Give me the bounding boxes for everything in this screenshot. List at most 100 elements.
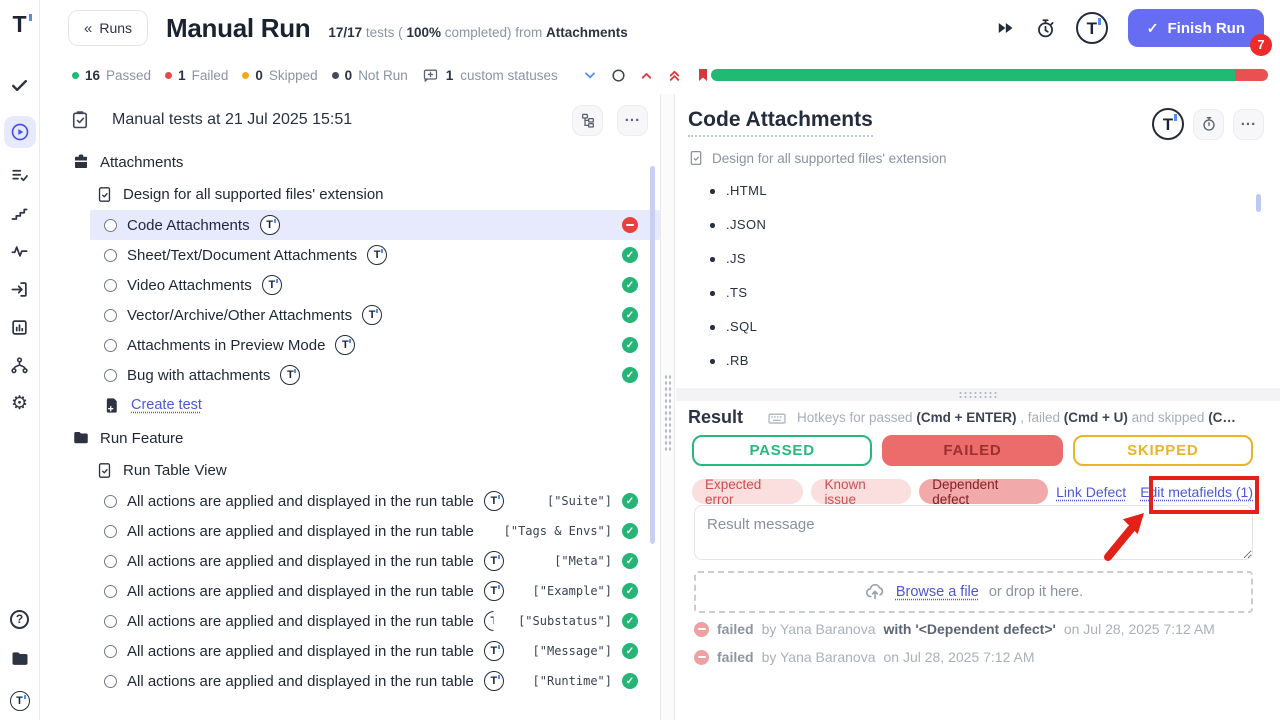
passed-status-icon: ✓ <box>622 553 638 569</box>
projects-folder-icon[interactable] <box>0 642 40 676</box>
progress-failed-segment <box>1235 69 1268 81</box>
import-icon[interactable] <box>0 272 40 306</box>
badge-dependent-defect[interactable]: Dependent defect <box>919 479 1048 504</box>
chevron-up-icon[interactable] <box>639 68 654 83</box>
red-dot-icon <box>165 72 172 79</box>
panel-splitter-horizontal[interactable] <box>676 388 1280 401</box>
list-check-icon[interactable] <box>0 158 40 192</box>
test-row-code-attachments[interactable]: Code Attachments T <box>90 210 660 240</box>
passed-status-icon: ✓ <box>622 643 638 659</box>
circle-status-icon[interactable] <box>611 68 626 83</box>
badge-known-issue[interactable]: Known issue <box>811 479 911 504</box>
document-row[interactable]: Design for all supported files' extensio… <box>40 178 660 210</box>
report-chart-icon[interactable] <box>0 310 40 344</box>
stopwatch-icon[interactable] <box>1035 18 1056 39</box>
test-row[interactable]: Sheet/Text/Document Attachments T ✓ <box>90 240 660 270</box>
profile-logo-icon[interactable]: T <box>0 684 40 718</box>
settings-gear-icon[interactable]: ⚙ <box>0 386 40 420</box>
test-row[interactable]: All actions are applied and displayed in… <box>90 516 660 546</box>
link-defect-link[interactable]: Link Defect <box>1056 484 1126 500</box>
test-row[interactable]: All actions are applied and displayed in… <box>90 606 660 636</box>
document-check-icon <box>688 150 704 166</box>
test-title[interactable]: Code Attachments <box>688 108 873 137</box>
list-item: .PY <box>726 378 1256 388</box>
test-row[interactable]: Vector/Archive/Other Attachments T ✓ <box>90 300 660 330</box>
result-message-input[interactable] <box>694 505 1253 560</box>
document-row-run-table-view[interactable]: Run Table View <box>40 454 660 486</box>
badge-expected-error[interactable]: Expected error <box>692 479 803 504</box>
passed-status-icon: ✓ <box>622 523 638 539</box>
notrun-count: 0Not Run <box>332 68 408 83</box>
radio-icon <box>104 339 117 352</box>
testomat-avatar-icon[interactable]: T <box>1076 12 1108 44</box>
edit-metafields-link[interactable]: Edit metafields (1) <box>1140 484 1253 500</box>
detail-more-button[interactable]: ... <box>1233 109 1264 140</box>
suite-icon <box>72 153 90 171</box>
steps-icon[interactable] <box>0 196 40 230</box>
test-description: .HTML .JSON .JS .TS .SQL .RB .PY <box>688 174 1256 388</box>
document-check-icon <box>96 462 113 479</box>
passed-status-icon: ✓ <box>622 247 638 263</box>
skipped-count: 0Skipped <box>242 68 317 83</box>
radio-icon <box>104 525 117 538</box>
timer-button[interactable] <box>1193 109 1224 140</box>
detail-scrollbar-thumb[interactable] <box>1256 194 1261 212</box>
fast-forward-icon[interactable] <box>995 18 1015 38</box>
document-check-icon <box>96 186 113 203</box>
activity-icon[interactable] <box>0 234 40 268</box>
suite-row[interactable]: Attachments <box>40 146 660 178</box>
failed-count: 1Failed <box>165 68 228 83</box>
create-test-row[interactable]: Create test <box>90 390 660 420</box>
test-row[interactable]: Video Attachments T ✓ <box>90 270 660 300</box>
browse-file-link[interactable]: Browse a file <box>896 584 979 600</box>
test-row[interactable]: All actions are applied and displayed in… <box>90 666 660 696</box>
passed-status-icon: ✓ <box>622 583 638 599</box>
panel-splitter-vertical[interactable] <box>660 94 675 720</box>
bookmark-icon[interactable] <box>695 67 711 83</box>
testomat-logo-icon[interactable]: T <box>0 0 40 48</box>
testomat-badge-icon[interactable]: T <box>1152 108 1184 140</box>
test-row[interactable]: All actions are applied and displayed in… <box>90 636 660 666</box>
chevron-down-icon[interactable] <box>582 67 598 83</box>
testomat-badge-icon: T <box>484 491 504 511</box>
cloud-upload-icon <box>864 581 886 603</box>
list-item: .SQL <box>726 310 1256 344</box>
hotkeys-hint: Hotkeys for passed (Cmd + ENTER) , faile… <box>797 410 1236 425</box>
test-row[interactable]: Bug with attachments T ✓ <box>90 360 660 390</box>
tree-view-button[interactable] <box>572 105 603 136</box>
passed-status-icon: ✓ <box>622 337 638 353</box>
panel-more-button[interactable]: ... <box>617 105 648 136</box>
file-dropzone[interactable]: Browse a file or drop it here. <box>694 571 1253 613</box>
radio-icon <box>104 495 117 508</box>
branch-icon[interactable] <box>0 348 40 382</box>
skipped-button[interactable]: SKIPPED <box>1073 435 1253 466</box>
test-row[interactable]: All actions are applied and displayed in… <box>90 486 660 516</box>
testomat-badge-icon: T <box>280 365 300 385</box>
help-icon[interactable]: ? <box>0 602 40 636</box>
test-run-app: T ⚙ ? T « <box>0 0 1280 720</box>
run-play-icon[interactable] <box>4 116 36 148</box>
back-to-runs-button[interactable]: « Runs <box>68 10 148 46</box>
testomat-badge-icon: T <box>484 671 504 691</box>
failure-badges-row: Expected error Known issue Dependent def… <box>692 479 1253 504</box>
create-test-link[interactable]: Create test <box>131 397 202 413</box>
passed-button[interactable]: PASSED <box>692 435 872 466</box>
chevrons-double-up-icon[interactable] <box>667 68 682 83</box>
test-tag: ["Suite"] <box>547 494 612 508</box>
finish-run-button[interactable]: ✓ Finish Run 7 <box>1128 9 1264 47</box>
splitter-grip <box>958 391 998 398</box>
list-item: .JSON <box>726 208 1256 242</box>
test-row[interactable]: Attachments in Preview Mode T ✓ <box>90 330 660 360</box>
test-row[interactable]: All actions are applied and displayed in… <box>90 546 660 576</box>
check-nav-icon[interactable] <box>0 68 40 102</box>
keyboard-icon <box>767 408 787 428</box>
suite-row-run-feature[interactable]: Run Feature <box>40 422 660 454</box>
back-chevrons-icon: « <box>84 20 90 37</box>
test-row[interactable]: All actions are applied and displayed in… <box>90 576 660 606</box>
radio-icon <box>104 279 117 292</box>
custom-statuses[interactable]: 1custom statuses <box>422 67 558 84</box>
failed-button[interactable]: FAILED <box>882 435 1062 466</box>
status-summary-row: 16Passed 1Failed 0Skipped 0Not Run 1cust… <box>40 56 1280 94</box>
test-tree-panel: Manual tests at 21 Jul 2025 15:51 ... At… <box>40 94 660 720</box>
tree-scrollbar-thumb[interactable] <box>650 166 655 544</box>
